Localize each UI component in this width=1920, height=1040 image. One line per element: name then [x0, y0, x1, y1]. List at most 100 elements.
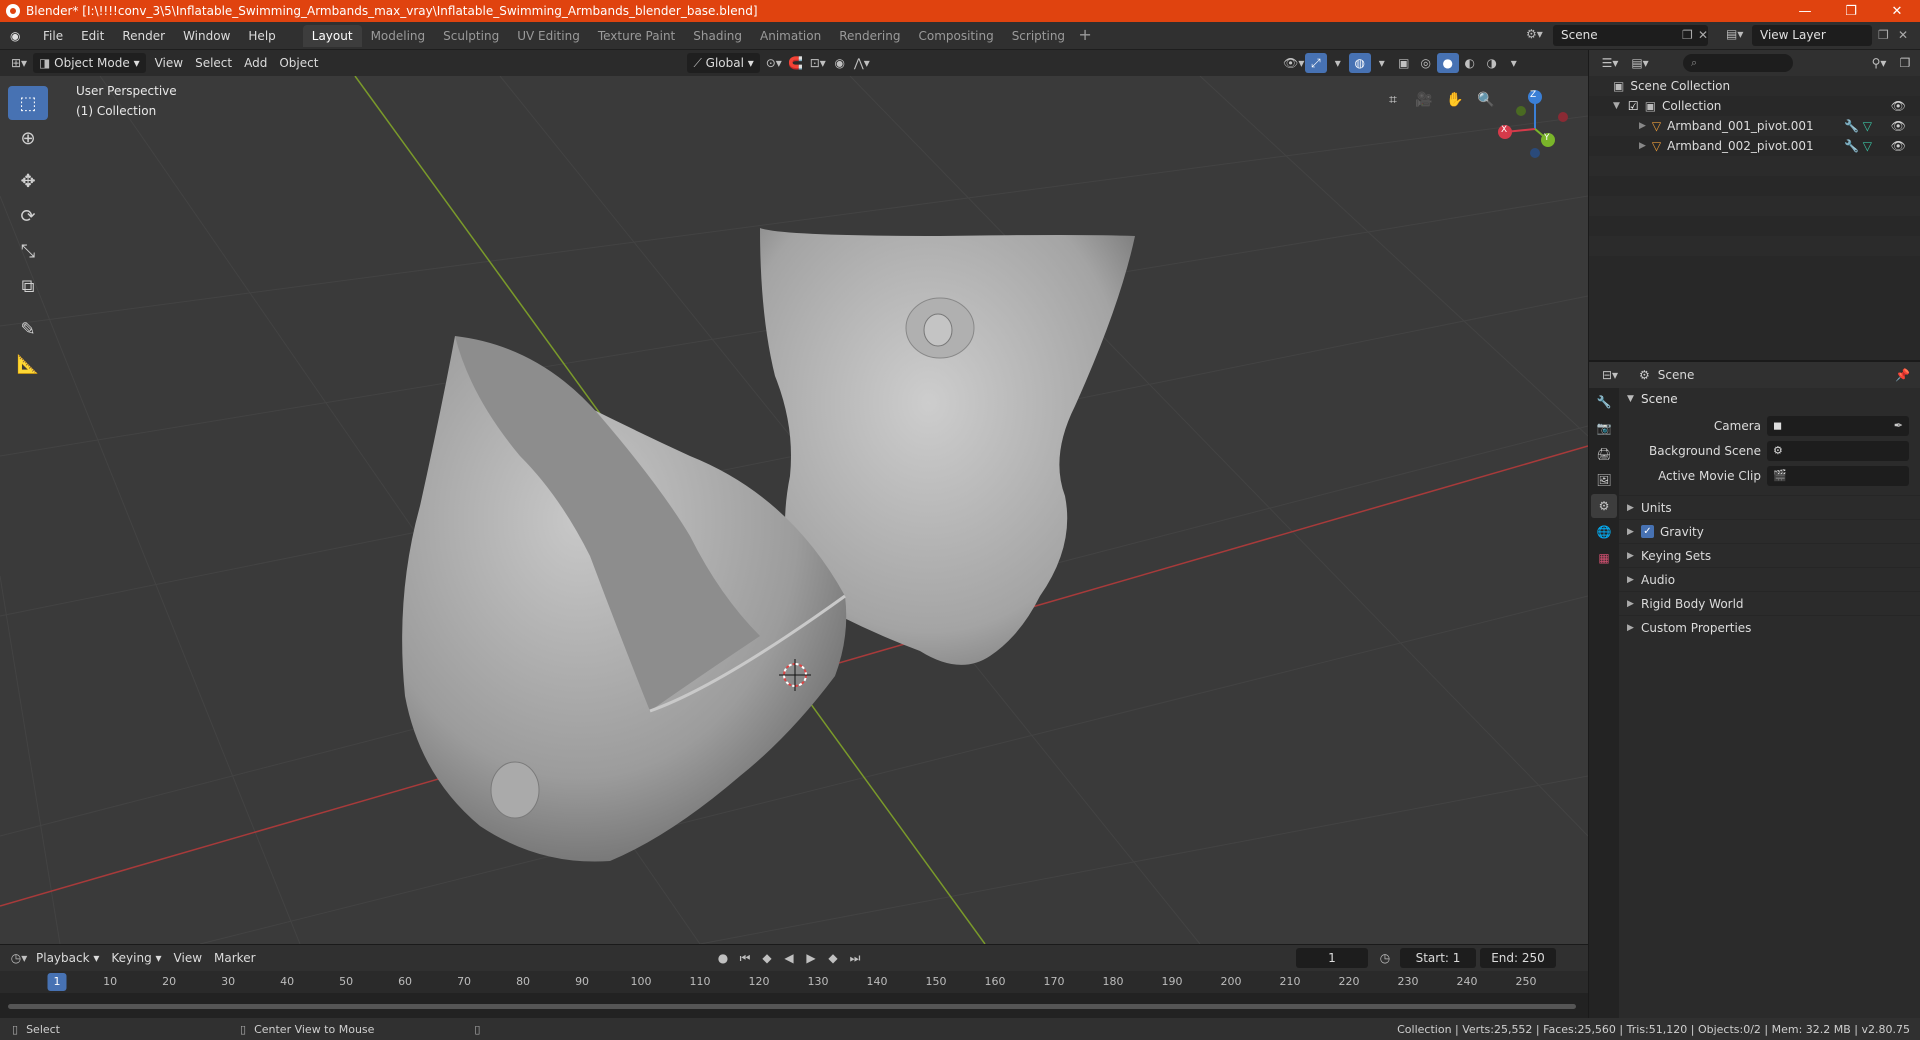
display-mode-icon[interactable]: ▤▾ — [1629, 53, 1651, 73]
delete-scene-icon[interactable]: ✕ — [1698, 28, 1708, 42]
outliner-object-2[interactable]: ▶ ▽ Armband_002_pivot.001 🔧 ▽ 👁 — [1589, 136, 1920, 156]
camera-view-icon[interactable]: 🎥 — [1410, 86, 1438, 114]
tab-animation[interactable]: Animation — [751, 25, 830, 47]
timeline-menu-marker[interactable]: Marker — [208, 948, 261, 968]
collection-expand-icon[interactable]: ▼ — [1613, 101, 1620, 111]
play-reverse-icon[interactable]: ◀ — [778, 948, 800, 968]
texture-tab-icon[interactable]: ▦ — [1591, 546, 1617, 570]
camera-field[interactable]: ◼ ✒ — [1767, 416, 1909, 436]
proportional-edit-icon[interactable]: ◉ — [829, 53, 851, 73]
outliner-object-1[interactable]: ▶ ▽ Armband_001_pivot.001 🔧 ▽ 👁 — [1589, 116, 1920, 136]
prev-keyframe-icon[interactable]: ◆ — [756, 948, 778, 968]
eye-icon[interactable]: 👁 — [1891, 119, 1906, 133]
navigation-gizmo[interactable] — [1498, 90, 1568, 158]
menu-edit[interactable]: Edit — [72, 25, 113, 47]
jump-start-icon[interactable]: ⏮ — [734, 948, 756, 968]
menu-file[interactable]: File — [34, 25, 72, 47]
menu-window[interactable]: Window — [174, 25, 239, 47]
preview-range-icon[interactable]: ◷ — [1374, 948, 1396, 968]
add-workspace-button[interactable]: + — [1074, 25, 1096, 47]
gravity-panel[interactable]: ▶ ✓ Gravity — [1619, 519, 1920, 543]
tab-rendering[interactable]: Rendering — [830, 25, 909, 47]
view-layer-tab-icon[interactable]: 🖼 — [1591, 468, 1617, 492]
rendered-shading-icon[interactable]: ◑ — [1481, 53, 1503, 73]
tool-tab-icon[interactable]: 🔧 — [1591, 390, 1617, 414]
view-layer-icon[interactable]: ▤▾ — [1726, 27, 1743, 41]
tab-sculpting[interactable]: Sculpting — [434, 25, 508, 47]
pin-icon[interactable]: 📌 — [1895, 368, 1910, 382]
blender-menu-icon[interactable]: ◉ — [10, 29, 26, 43]
tab-modeling[interactable]: Modeling — [362, 25, 435, 47]
transform-tool-icon[interactable]: ⧉ — [8, 269, 48, 303]
timeline-editor-type-icon[interactable]: ◷▾ — [8, 948, 30, 968]
jump-end-icon[interactable]: ⏭ — [844, 948, 866, 968]
playhead[interactable]: 1 — [47, 973, 67, 991]
material-shading-icon[interactable]: ◐ — [1459, 53, 1481, 73]
solid-shading-icon[interactable]: ● — [1436, 53, 1459, 73]
tab-scripting[interactable]: Scripting — [1003, 25, 1074, 47]
tab-shading[interactable]: Shading — [684, 25, 751, 47]
timeline-menu-keying[interactable]: Keying ▾ — [105, 948, 167, 968]
3d-viewport[interactable]: Z X Y User Perspective (1) Collection — [0, 76, 1588, 944]
pan-view-icon[interactable]: ✋ — [1441, 86, 1469, 114]
minimize-button[interactable]: — — [1782, 0, 1828, 22]
background-scene-field[interactable]: ⚙ — [1767, 441, 1909, 461]
menu-help[interactable]: Help — [239, 25, 284, 47]
next-keyframe-icon[interactable]: ◆ — [822, 948, 844, 968]
properties-editor-type-icon[interactable]: ⊟▾ — [1599, 365, 1621, 385]
tab-uv-editing[interactable]: UV Editing — [508, 25, 589, 47]
eye-icon[interactable]: 👁 — [1891, 139, 1906, 153]
viewport-menu-object[interactable]: Object — [273, 53, 324, 73]
view-layer-selector[interactable]: View Layer — [1752, 25, 1872, 46]
output-tab-icon[interactable]: 🖨 — [1591, 442, 1617, 466]
timeline-track[interactable] — [0, 993, 1588, 1019]
viewport-menu-view[interactable]: View — [149, 53, 189, 73]
eye-icon[interactable]: 👁 — [1891, 99, 1906, 113]
rigid-body-world-panel[interactable]: ▶ Rigid Body World — [1619, 591, 1920, 615]
end-frame-field[interactable]: End: 250 — [1480, 948, 1556, 968]
menu-render[interactable]: Render — [113, 25, 174, 47]
tab-compositing[interactable]: Compositing — [909, 25, 1002, 47]
record-icon[interactable]: ● — [712, 948, 734, 968]
object-expand-icon[interactable]: ▶ — [1639, 141, 1646, 151]
timeline-menu-playback[interactable]: Playback ▾ — [30, 948, 105, 968]
timeline-ruler[interactable]: 1 10 20 30 40 50 60 70 80 90 100 110 120 130 140 150 16… — [0, 971, 1588, 993]
wireframe-shading-icon[interactable]: ◎ — [1415, 53, 1437, 73]
close-button[interactable]: ✕ — [1874, 0, 1920, 22]
move-tool-icon[interactable]: ✥ — [8, 164, 48, 198]
world-tab-icon[interactable]: 🌐 — [1591, 520, 1617, 544]
outliner-editor-type-icon[interactable]: ☰▾ — [1599, 53, 1621, 73]
visibility-icon[interactable]: 👁▾ — [1283, 53, 1305, 73]
audio-panel[interactable]: ▶ Audio — [1619, 567, 1920, 591]
overlay-menu-icon[interactable]: ▾ — [1371, 53, 1393, 73]
zoom-view-icon[interactable]: 🔍 — [1472, 86, 1500, 114]
scale-tool-icon[interactable]: ⤡ — [8, 234, 48, 268]
annotate-tool-icon[interactable]: ✎ — [8, 312, 48, 346]
outliner-collection[interactable]: ▼ ☑ ▣ Collection 👁 — [1589, 96, 1920, 116]
units-panel[interactable]: ▶ Units — [1619, 495, 1920, 519]
snap-icon[interactable]: 🧲 — [785, 53, 807, 73]
object-expand-icon[interactable]: ▶ — [1639, 121, 1646, 131]
scene-icon[interactable]: ⚙▾ — [1526, 27, 1543, 41]
maximize-button[interactable]: ❐ — [1828, 0, 1874, 22]
editor-type-icon[interactable]: ⊞▾ — [8, 53, 30, 73]
new-view-layer-icon[interactable]: ❐ — [1878, 28, 1889, 42]
xray-icon[interactable]: ▣ — [1393, 53, 1415, 73]
filter-icon[interactable]: ⚲▾ — [1868, 53, 1890, 73]
gizmo-menu-icon[interactable]: ▾ — [1327, 53, 1349, 73]
play-icon[interactable]: ▶ — [800, 948, 822, 968]
viewport-menu-add[interactable]: Add — [238, 53, 273, 73]
falloff-icon[interactable]: ⋀▾ — [851, 53, 873, 73]
transform-orientation-selector[interactable]: ⟋ Global ▾ — [687, 53, 760, 73]
cursor-tool-icon[interactable]: ⊕ — [8, 121, 48, 155]
gizmo-toggle-icon[interactable]: ⤢ — [1304, 53, 1327, 73]
toggle-camera-grid-icon[interactable]: ⌗ — [1379, 86, 1407, 114]
custom-properties-panel[interactable]: ▶ Custom Properties — [1619, 615, 1920, 639]
mode-selector[interactable]: ◨ Object Mode ▾ — [33, 53, 146, 73]
gravity-checkbox[interactable]: ✓ — [1641, 525, 1654, 538]
shading-menu-icon[interactable]: ▾ — [1503, 53, 1525, 73]
current-frame-field[interactable]: 1 — [1296, 948, 1368, 968]
select-box-tool-icon[interactable]: ⬚ — [8, 86, 48, 120]
keying-sets-panel[interactable]: ▶ Keying Sets — [1619, 543, 1920, 567]
outliner-scene-collection[interactable]: ▣ Scene Collection — [1589, 76, 1920, 96]
